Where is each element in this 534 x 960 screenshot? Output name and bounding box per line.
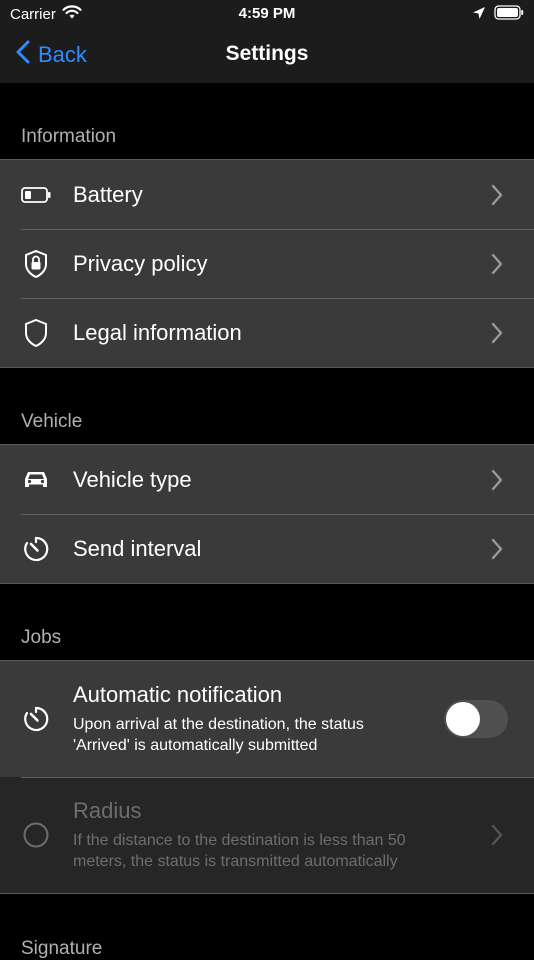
status-bar: Carrier 4:59 PM — [0, 0, 534, 28]
timer-icon — [21, 704, 51, 734]
settings-row-radius[interactable]: Radius If the distance to the destinatio… — [0, 777, 534, 893]
chevron-right-icon — [482, 184, 512, 206]
radius-description: If the distance to the destination is le… — [73, 832, 406, 870]
radius-title: Radius — [73, 798, 142, 823]
battery-status-icon — [494, 5, 524, 25]
shield-lock-icon — [21, 249, 51, 279]
settings-row-label: Legal information — [73, 319, 242, 345]
settings-row-label: Privacy policy — [73, 250, 208, 276]
section-header-vehicle: Vehicle — [21, 411, 83, 432]
automatic-notification-toggle[interactable] — [444, 700, 508, 738]
automatic-notification-title: Automatic notification — [73, 682, 283, 707]
jobs-group: Automatic notification Upon arrival at t… — [0, 660, 534, 894]
toggle-knob — [446, 702, 480, 736]
circle-icon — [21, 820, 51, 850]
vehicle-group: Vehicle type Send interval — [0, 444, 534, 584]
navigation-bar: Back Settings — [0, 28, 534, 83]
shield-icon — [21, 318, 51, 348]
chevron-right-icon — [482, 469, 512, 491]
settings-row-vehicle-type[interactable]: Vehicle type — [0, 445, 534, 514]
page-title: Settings — [225, 42, 309, 65]
settings-row-automatic-notification: Automatic notification Upon arrival at t… — [0, 661, 534, 777]
battery-icon — [21, 180, 51, 210]
settings-row-label: Battery — [73, 181, 143, 207]
chevron-right-icon — [482, 824, 512, 846]
car-icon — [21, 465, 51, 495]
settings-row-battery[interactable]: Battery — [0, 160, 534, 229]
information-group: Battery Privacy policy Legal information — [0, 159, 534, 368]
section-header-jobs: Jobs — [21, 627, 62, 648]
section-header-signature: Signature — [21, 938, 103, 959]
settings-list: Information Battery Privacy policy Legal… — [0, 83, 534, 960]
chevron-right-icon — [482, 253, 512, 275]
clock: 4:59 PM — [238, 5, 296, 22]
chevron-right-icon — [482, 538, 512, 560]
automatic-notification-description: Upon arrival at the destination, the sta… — [73, 716, 364, 754]
settings-row-legal-information[interactable]: Legal information — [0, 298, 534, 367]
section-header-information: Information — [21, 126, 117, 147]
settings-row-label: Send interval — [73, 535, 202, 561]
timer-icon — [21, 534, 51, 564]
settings-row-send-interval[interactable]: Send interval — [0, 514, 534, 583]
location-arrow-icon — [472, 6, 486, 25]
settings-row-label: Vehicle type — [73, 466, 192, 492]
settings-row-privacy-policy[interactable]: Privacy policy — [0, 229, 534, 298]
chevron-right-icon — [482, 322, 512, 344]
